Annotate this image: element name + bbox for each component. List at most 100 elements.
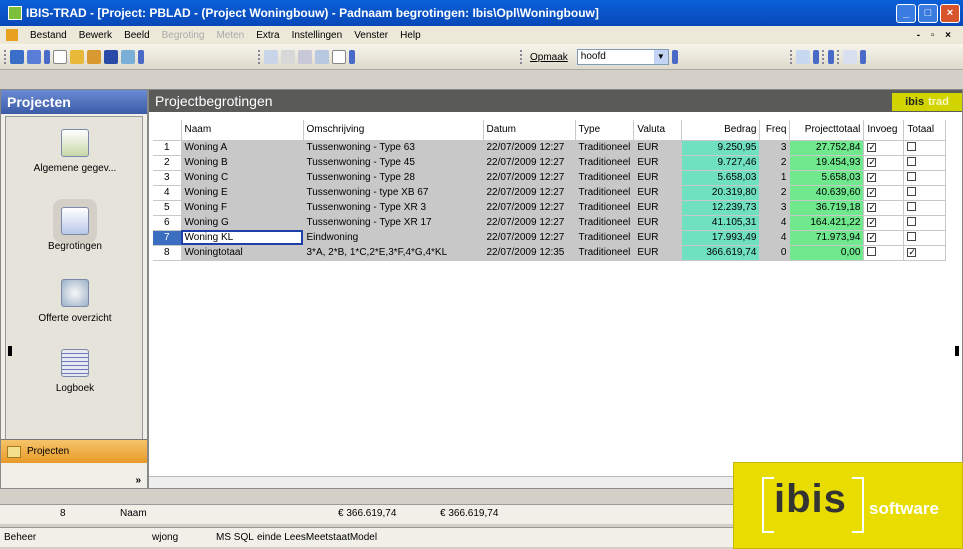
cell-datum[interactable]: 22/07/2009 12:27 (483, 200, 576, 216)
cell-oms[interactable]: 3*A, 2*B, 1*C,2*E,3*F,4*G,4*KL (303, 245, 484, 261)
column-header[interactable]: Datum (483, 120, 576, 141)
open-folder-icon[interactable] (70, 50, 84, 64)
cell-naam[interactable]: Woning E (181, 185, 304, 201)
invoeg-checkbox[interactable]: ✓ (867, 188, 877, 197)
cell-naam[interactable]: Woning C (181, 170, 304, 186)
sidebar-bottom-tab[interactable]: Projecten (1, 439, 147, 463)
app-icon[interactable] (8, 6, 22, 20)
toolbar-grip[interactable] (822, 50, 825, 64)
menu-bestand[interactable]: Bestand (24, 30, 73, 41)
cell-bedrag[interactable]: 17.993,49 (681, 230, 761, 246)
cell-type[interactable]: Traditioneel (575, 140, 635, 156)
cell-naam[interactable]: Woningtotaal (181, 245, 304, 261)
settings-icon[interactable] (796, 50, 810, 64)
cell-oms[interactable]: Tussenwoning - Type XR 17 (303, 215, 484, 231)
cell-datum[interactable]: 22/07/2009 12:27 (483, 155, 576, 171)
cell-naam[interactable]: Woning G (181, 215, 304, 231)
chevron-down-icon[interactable]: ▼ (653, 50, 668, 64)
cell-freq[interactable]: 3 (759, 200, 791, 216)
menu-venster[interactable]: Venster (348, 30, 394, 41)
opmaak-select[interactable]: hoofd ▼ (576, 49, 669, 65)
totaal-checkbox[interactable]: ✓ (907, 248, 917, 257)
sidebar-item-algemene[interactable]: Algemene gegev... (6, 129, 144, 174)
cell-oms[interactable]: Tussenwoning - Type XR 3 (303, 200, 484, 216)
cell-proj[interactable]: 19.454,93 (789, 155, 865, 171)
totaal-checkbox[interactable] (907, 201, 917, 211)
list-view-icon[interactable] (27, 50, 41, 64)
invoeg-checkbox[interactable] (867, 246, 877, 256)
column-header[interactable]: Bedrag (681, 120, 761, 141)
copy-icon[interactable] (281, 50, 295, 64)
cell-proj[interactable]: 164.421,22 (789, 215, 865, 231)
menu-beeld[interactable]: Beeld (118, 30, 156, 41)
cell-n[interactable]: 6 (153, 215, 182, 231)
cell-freq[interactable]: 0 (759, 245, 791, 261)
cell-bedrag[interactable]: 9.727,46 (681, 155, 761, 171)
grid-view-icon[interactable] (10, 50, 24, 64)
invoeg-checkbox[interactable]: ✓ (867, 233, 877, 242)
totaal-checkbox[interactable] (907, 216, 917, 226)
cell-oms[interactable]: Tussenwoning - Type 45 (303, 155, 484, 171)
cell-bedrag[interactable]: 12.239,73 (681, 200, 761, 216)
resize-handle[interactable] (8, 346, 12, 356)
resize-handle[interactable] (955, 346, 959, 356)
cell-proj[interactable]: 5.658,03 (789, 170, 865, 186)
cell-valuta[interactable]: EUR (633, 170, 683, 186)
toolbar-grip[interactable] (258, 50, 261, 64)
cell-proj[interactable]: 71.973,94 (789, 230, 865, 246)
toolbar-overflow-icon[interactable] (813, 50, 819, 64)
cell-naam[interactable]: Woning A (181, 140, 304, 156)
paste-icon[interactable] (298, 50, 312, 64)
toolbar-overflow-icon[interactable] (671, 50, 678, 64)
cell-naam[interactable]: Woning B (181, 155, 304, 171)
table-row[interactable]: 5 Woning F Tussenwoning - Type XR 3 22/07/2… (153, 200, 947, 216)
cell-type[interactable]: Traditioneel (575, 170, 635, 186)
cell-type[interactable]: Traditioneel (575, 215, 635, 231)
totaal-checkbox[interactable] (907, 231, 917, 241)
cell-type[interactable]: Traditioneel (575, 230, 635, 246)
invoeg-checkbox[interactable]: ✓ (867, 203, 877, 212)
cell-valuta[interactable]: EUR (633, 140, 683, 156)
cell-n[interactable]: 1 (153, 140, 182, 156)
cell-bedrag[interactable]: 5.658,03 (681, 170, 761, 186)
toolbar-overflow-icon[interactable] (44, 50, 50, 64)
cell-type[interactable]: Traditioneel (575, 185, 635, 201)
totaal-checkbox[interactable] (907, 171, 917, 181)
folder-icon[interactable] (87, 50, 101, 64)
menu-bewerk[interactable]: Bewerk (73, 30, 118, 41)
column-header[interactable]: Projecttotaal (789, 120, 865, 141)
cell-freq[interactable]: 4 (759, 215, 791, 231)
cell-bedrag[interactable]: 366.619,74 (681, 245, 761, 261)
cell-oms[interactable]: Tussenwoning - type XB 67 (303, 185, 484, 201)
table-row[interactable]: 1 Woning A Tussenwoning - Type 63 22/07/200… (153, 140, 947, 156)
cell-proj[interactable]: 27.752,84 (789, 140, 865, 156)
print-icon[interactable] (843, 50, 857, 64)
menu-extra[interactable]: Extra (250, 30, 285, 41)
invoeg-checkbox[interactable]: ✓ (867, 143, 877, 152)
table-row[interactable]: 6 Woning G Tussenwoning - Type XR 17 22/07/… (153, 215, 947, 231)
cell-naam[interactable]: Woning KL (181, 230, 304, 246)
toolbar-grip[interactable] (837, 50, 840, 64)
cell-oms[interactable]: Tussenwoning - Type 28 (303, 170, 484, 186)
cell-bedrag[interactable]: 9.250,95 (681, 140, 761, 156)
invoeg-checkbox[interactable]: ✓ (867, 158, 877, 167)
chevron-more-icon[interactable]: » (135, 475, 141, 486)
cell-datum[interactable]: 22/07/2009 12:27 (483, 170, 576, 186)
cell-valuta[interactable]: EUR (633, 215, 683, 231)
sidebar-item-logboek[interactable]: Logboek (6, 349, 144, 394)
invoeg-checkbox[interactable]: ✓ (867, 173, 877, 182)
minimize-button[interactable]: _ (896, 3, 916, 23)
cell-type[interactable]: Traditioneel (575, 200, 635, 216)
cell-type[interactable]: Traditioneel (575, 155, 635, 171)
cell-valuta[interactable]: EUR (633, 155, 683, 171)
table-row[interactable]: 7 Woning KL Eindwoning 22/07/2009 12:27 Trad… (153, 230, 947, 246)
cell-n[interactable]: 2 (153, 155, 182, 171)
cell-n[interactable]: 8 (153, 245, 182, 261)
toolbar-overflow-icon[interactable] (828, 50, 834, 64)
column-header[interactable]: Invoeg (863, 120, 905, 141)
invoeg-checkbox[interactable]: ✓ (867, 218, 877, 227)
table-row[interactable]: 8 Woningtotaal 3*A, 2*B, 1*C,2*E,3*F,4*G,4… (153, 245, 947, 261)
cell-n[interactable]: 3 (153, 170, 182, 186)
toolbar-overflow-icon[interactable] (138, 50, 144, 64)
table-row[interactable]: 2 Woning B Tussenwoning - Type 45 22/07/200… (153, 155, 947, 171)
